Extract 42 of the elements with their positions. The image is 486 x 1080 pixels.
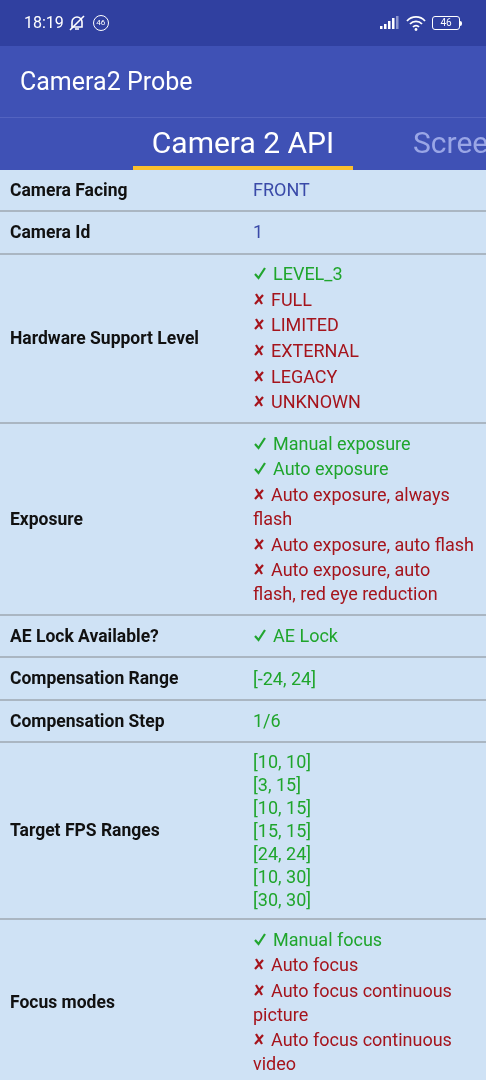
feature-text: Auto exposure, auto flash [253, 533, 474, 555]
value-text: [3, 15] [253, 772, 302, 796]
feature-text: Auto focus continuous video [253, 1029, 452, 1075]
value-text: [10, 10] [253, 749, 313, 773]
value-text: 1/6 [253, 709, 282, 733]
feature-text: Manual exposure [253, 432, 411, 454]
value-text: [24, 24] [253, 841, 313, 865]
property-label: Compensation Step [9, 709, 166, 733]
feature-text: Auto exposure, auto flash, red eye reduction [253, 559, 438, 605]
feature-text: UNKNOWN [253, 391, 361, 413]
feature-text: Auto focus [253, 954, 359, 976]
property-label: Camera Facing [9, 179, 129, 202]
signal-icon [379, 16, 401, 30]
feature-text: EXTERNAL [253, 340, 359, 362]
value-text: FRONT [253, 178, 311, 203]
feature-text: Auto focus continuous picture [253, 979, 452, 1025]
property-label: Camera Id [9, 221, 92, 245]
feature-text: Auto exposure, always flash [253, 484, 450, 530]
app-title: Camera2 Probe [20, 65, 193, 98]
feature-text: Manual focus [253, 928, 383, 950]
feature-text: Auto exposure [253, 458, 389, 480]
value-text: [-24, 24] [253, 666, 317, 690]
value-text: 1 [253, 220, 265, 245]
wifi-icon [405, 15, 427, 31]
value-text: [30, 30] [253, 887, 313, 911]
feature-text: FULL [253, 288, 312, 310]
property-label: Compensation Range [9, 667, 180, 691]
feature-text: AE Lock [253, 625, 338, 647]
property-label: AE Lock Available? [9, 625, 160, 649]
value-text: [10, 30] [253, 864, 313, 888]
feature-text: LEVEL_3 [253, 263, 343, 285]
feature-text: LIMITED [253, 314, 339, 336]
value-text: [10, 15] [253, 795, 313, 819]
tab[interactable]: Camera 2 API [133, 118, 353, 170]
feature-text: LEGACY [253, 365, 338, 387]
property-label: Focus modes [9, 990, 116, 1014]
battery-indicator: 46 [432, 16, 460, 30]
property-label: Target FPS Ranges [9, 819, 161, 843]
value-text: [15, 15] [253, 818, 313, 842]
time-text: 18:19 [24, 12, 64, 34]
property-label: Exposure [9, 507, 84, 531]
property-label: Hardware Support Level [9, 327, 200, 351]
